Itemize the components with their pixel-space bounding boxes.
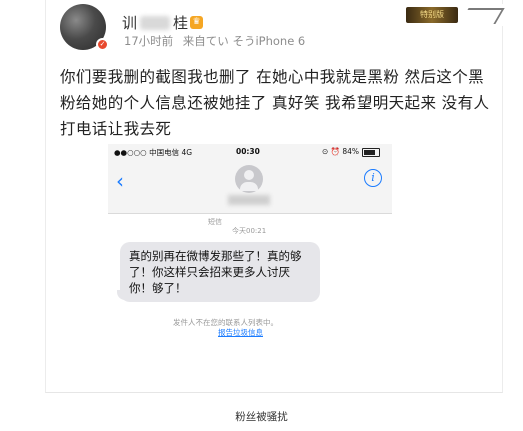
badge-plate: 特别版	[406, 7, 458, 23]
username[interactable]: 训 桂 ♛	[122, 12, 204, 33]
weibo-post-card: ✓ 训 桂 ♛ 17小时前 来自てい そうiPhone 6 特别版 你们要我删的…	[45, 0, 505, 393]
status-time: 00:30	[236, 147, 260, 156]
username-part-right: 桂	[173, 14, 189, 32]
image-caption: 粉丝被骚扰	[235, 411, 288, 423]
post-time[interactable]: 17小时前	[124, 34, 173, 48]
post-source: 来自てい そうiPhone 6	[182, 34, 306, 48]
username-mosaic	[140, 15, 171, 30]
carrier-signal: ●●○○○ 中国电信 4G	[114, 148, 193, 157]
decorative-card-badge: 特别版	[406, 4, 505, 26]
chevron-left-icon[interactable]: ‹	[116, 171, 124, 191]
post-body-text: 你们要我删的截图我也删了 在她心中我就是黑粉 然后这个黑粉给她的个人信息还被她挂…	[60, 68, 490, 138]
message-type-label: 短信	[208, 218, 222, 226]
badge-decoration-icon	[459, 8, 505, 24]
verified-badge-icon: ✓	[96, 38, 109, 51]
sms-thread: 短信 今天00:21 真的别再在微博发那些了！真的够了！你这样只会招来更多人讨厌…	[108, 214, 392, 343]
embedded-sms-screenshot[interactable]: ●●○○○ 中国电信 4G 00:30 ⊙ ⏰ 84% ‹ i 短信 今天00:…	[108, 144, 392, 343]
contact-avatar-icon[interactable]	[235, 165, 263, 193]
contact-name-mosaic	[228, 195, 270, 205]
sms-nav-header: ‹ i	[108, 159, 392, 214]
info-icon[interactable]: i	[364, 169, 382, 187]
status-indicators: ⊙ ⏰ 84%	[322, 147, 360, 156]
vip-crown-icon[interactable]: ♛	[190, 16, 204, 29]
battery-icon	[362, 148, 380, 157]
post-meta: 17小时前 来自てい そうiPhone 6	[124, 33, 311, 49]
report-junk-link[interactable]: 报告垃圾信息	[218, 327, 263, 338]
incoming-message-bubble: 真的别再在微博发那些了！真的够了！你这样只会招来更多人讨厌你！够了！	[117, 242, 320, 302]
message-timestamp: 今天00:21	[232, 227, 267, 235]
username-part-left: 训	[122, 14, 138, 32]
phone-status-bar: ●●○○○ 中国电信 4G 00:30 ⊙ ⏰ 84%	[108, 144, 392, 159]
